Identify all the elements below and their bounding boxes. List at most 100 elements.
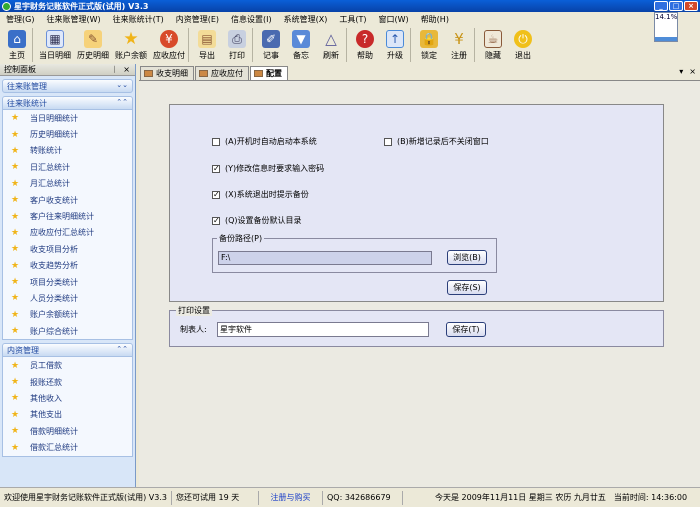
autostart-checkbox[interactable]: (A)开机时自动启动本系统 [212, 136, 317, 147]
menu-account-stats[interactable]: 往来账统计(T) [113, 14, 164, 25]
star-icon: ★ [11, 360, 20, 371]
table-icon [199, 70, 208, 77]
chevron-up-icon: ⌃⌃ [116, 345, 128, 354]
toolbar-print-button[interactable]: ⎙ 打印 [222, 27, 252, 63]
menu-bar: 管理(G) 往来账管理(W) 往来账统计(T) 内资管理(E) 信息设置(I) … [0, 12, 700, 27]
nav-item[interactable]: ★ 月汇总统计 [3, 176, 132, 192]
star-icon: ★ [11, 309, 20, 320]
backup-prompt-checkbox[interactable]: ✓ (X)系统退出时提示备份 [212, 189, 309, 200]
nav-item[interactable]: ★ 客户收支统计 [3, 192, 132, 208]
toolbar-exit-button[interactable]: ⏻ 退出 [508, 27, 538, 63]
toolbar-export-button[interactable]: ▤ 导出 [192, 27, 222, 63]
maker-input[interactable]: 星宇软件 [217, 322, 429, 337]
toolbar-upgrade-button[interactable]: ↑ 升级 [380, 27, 410, 63]
welcome-text: 欢迎使用星宇财务记账软件正式版(试用) V3.3 [0, 490, 172, 505]
note-icon: ✐ [262, 30, 280, 48]
toolbar-receivable-button[interactable]: ¥ 应收应付 [150, 27, 188, 63]
star-icon: ★ [11, 244, 20, 255]
menu-help[interactable]: 帮助(H) [421, 14, 449, 25]
toolbar-help-button[interactable]: ? 帮助 [350, 27, 380, 63]
save-config-button[interactable]: 保存(S) [447, 280, 487, 295]
nav-item[interactable]: ★ 其他收入 [3, 390, 132, 406]
minimize-button[interactable]: _ [654, 1, 668, 11]
exit-icon: ⏻ [514, 30, 532, 48]
maximize-button[interactable]: □ [669, 1, 683, 11]
group-internal-header[interactable]: 内资管理 ⌃⌃ [2, 343, 133, 358]
config-page: (A)开机时自动启动本系统 (B)新增记录后不关闭窗口 ✓ (Y)修改信息时要求输… [139, 80, 700, 487]
help-icon: ? [356, 30, 374, 48]
menu-system[interactable]: 系统管理(X) [284, 14, 328, 25]
nav-item[interactable]: ★ 人员分类统计 [3, 290, 132, 306]
menu-accounts[interactable]: 往来账管理(W) [46, 14, 100, 25]
toolbar-daily-detail-button[interactable]: ▦ 当日明细 [36, 27, 74, 63]
title-bar: 星宇财务记账软件正式版(试用) V3.3 _ □ × [0, 0, 700, 12]
menu-internal[interactable]: 内资管理(E) [176, 14, 219, 25]
menu-info-settings[interactable]: 信息设置(I) [231, 14, 272, 25]
toolbar-register-button[interactable]: ¥ 注册 [444, 27, 474, 63]
nav-item[interactable]: ★ 收支趋势分析 [3, 258, 132, 274]
nav-item[interactable]: ★ 其他支出 [3, 407, 132, 423]
nav-item[interactable]: ★ 项目分类统计 [3, 274, 132, 290]
money-icon: ¥ [160, 30, 178, 48]
star-icon: ★ [11, 426, 20, 437]
star-icon: ★ [11, 162, 20, 173]
group-account-stats-header[interactable]: 往来账统计 ⌃⌃ [2, 96, 133, 110]
nav-item[interactable]: ★ 历史明细统计 [3, 126, 132, 142]
menu-window[interactable]: 窗口(W) [379, 14, 409, 25]
save-print-button[interactable]: 保存(T) [446, 322, 486, 337]
qq-number: QQ: 342686679 [323, 490, 403, 505]
time-text: 当前时间: 14:36:00 [613, 493, 688, 502]
nav-item[interactable]: ★ 日汇总统计 [3, 159, 132, 175]
battery-fill [655, 37, 677, 41]
nav-item[interactable]: ★ 当日明细统计 [3, 110, 132, 126]
toolbar-refresh-button[interactable]: △ 刷新 [316, 27, 346, 63]
register-link[interactable]: 注册与购买 [259, 490, 323, 505]
toolbar-hide-button[interactable]: ☕ 隐藏 [478, 27, 508, 63]
nav-item[interactable]: ★ 员工借款 [3, 357, 132, 373]
toolbar-note-button[interactable]: ✐ 记事 [256, 27, 286, 63]
nav-item[interactable]: ★ 账户余额统计 [3, 307, 132, 323]
pin-icon[interactable]: ᛁ [112, 65, 119, 74]
toolbar-home-button[interactable]: ⌂ 主页 [2, 27, 32, 63]
toolbar-balance-button[interactable]: ★ 账户余额 [112, 27, 150, 63]
tab-controls: ▾ × [679, 67, 696, 76]
star-icon: ★ [11, 178, 20, 189]
close-button[interactable]: × [684, 1, 698, 11]
nav-item[interactable]: ★ 收支项目分析 [3, 241, 132, 257]
menu-tools[interactable]: 工具(T) [339, 14, 366, 25]
tab-income-detail[interactable]: 收支明细 [140, 66, 194, 80]
group-accounts-header[interactable]: 往来账管理 ⌄⌄ [2, 79, 133, 93]
backup-path-label: 备份路径(P) [219, 234, 263, 243]
tab-menu-icon[interactable]: ▾ [679, 67, 683, 76]
control-panel-title: 控制面板 [4, 65, 36, 74]
toolbar-lock-button[interactable]: 🔒 锁定 [414, 27, 444, 63]
star-icon: ★ [11, 442, 20, 453]
toolbar-history-detail-button[interactable]: ✎ 历史明细 [74, 27, 112, 63]
keep-open-checkbox[interactable]: (B)新增记录后不关闭窗口 [384, 136, 489, 147]
tab-receivable[interactable]: 应收应付 [195, 66, 249, 80]
tab-close-icon[interactable]: × [689, 67, 696, 76]
toolbar-memo-button[interactable]: ▼ 备忘 [286, 27, 316, 63]
backup-path-field[interactable]: F:\ [218, 251, 432, 265]
nav-item[interactable]: ★ 转账统计 [3, 143, 132, 159]
battery-percent: 14.1% [655, 13, 678, 21]
nav-item[interactable]: ★ 应收应付汇总统计 [3, 225, 132, 241]
password-checkbox[interactable]: ✓ (Y)修改信息时要求输入密码 [212, 163, 324, 174]
home-icon: ⌂ [8, 30, 26, 48]
star-icon: ★ [11, 129, 20, 140]
nav-item[interactable]: ★ 账户综合统计 [3, 323, 132, 339]
menu-manage[interactable]: 管理(G) [6, 14, 34, 25]
tab-config[interactable]: 配置 [250, 66, 288, 80]
nav-item[interactable]: ★ 客户往来明细统计 [3, 208, 132, 224]
nav-item[interactable]: ★ 报账还款 [3, 374, 132, 390]
star-icon: ★ [11, 293, 20, 304]
panel-close-icon[interactable]: × [123, 65, 132, 74]
refresh-icon: △ [325, 30, 337, 48]
browse-button[interactable]: 浏览(B) [447, 250, 487, 265]
export-icon: ▤ [198, 30, 216, 48]
group-account-stats-list: ★ 当日明细统计 ★ 历史明细统计 ★ 转账统计 ★ 日汇总统计 ★ 月汇总统计 ★ 客户收… [2, 110, 133, 341]
nav-item[interactable]: ★ 借款明细统计 [3, 423, 132, 439]
table-icon [254, 70, 263, 77]
backup-dir-checkbox[interactable]: ✓ (Q)设置备份默认目录 [212, 215, 302, 226]
nav-item[interactable]: ★ 借款汇总统计 [3, 439, 132, 455]
